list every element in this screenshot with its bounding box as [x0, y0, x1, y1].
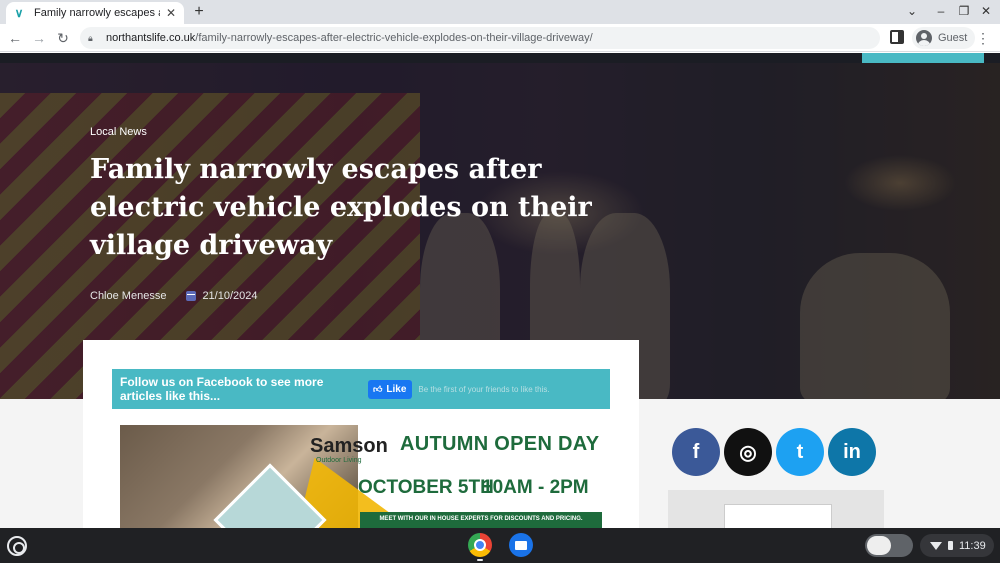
- browser-toolbar: ← → ↻ 🔒︎ northantslife.co.uk/family-narr…: [0, 24, 1000, 52]
- profile-avatar-icon: [916, 30, 932, 46]
- lock-icon: 🔒︎: [88, 32, 93, 43]
- samson-logo-sub: Outdoor Living: [316, 457, 362, 464]
- nav-accent-button[interactable]: [862, 53, 984, 63]
- calendar-icon: [186, 291, 197, 301]
- profile-button[interactable]: Guest: [912, 27, 976, 49]
- tab-search-icon[interactable]: ⌄: [904, 4, 920, 18]
- advert-time: 10AM - 2PM: [482, 477, 589, 498]
- running-indicator: [477, 559, 483, 561]
- facebook-like-hint: Be the first of your friends to like thi…: [418, 384, 550, 394]
- advert-date: OCTOBER 5TH: [358, 477, 494, 498]
- files-icon[interactable]: [509, 533, 533, 557]
- address-bar[interactable]: 🔒︎ northantslife.co.uk/family-narrowly-e…: [80, 27, 880, 49]
- url-text: northantslife.co.uk/family-narrowly-esca…: [106, 32, 593, 44]
- article-category-link[interactable]: Local News: [90, 126, 147, 138]
- restore-icon[interactable]: ❐: [956, 4, 972, 18]
- article-title: Family narrowly escapes after electric v…: [90, 154, 592, 261]
- kebab-menu-icon[interactable]: ⋮: [976, 29, 990, 47]
- facebook-icon[interactable]: f: [672, 428, 720, 476]
- sidebar-advert[interactable]: [668, 490, 884, 528]
- reload-icon[interactable]: ↻: [54, 29, 72, 47]
- publish-date: 21/10/2024: [202, 290, 258, 302]
- facebook-follow-banner: Follow us on Facebook to see more articl…: [112, 369, 610, 409]
- linkedin-icon[interactable]: in: [828, 428, 876, 476]
- advert-strip: MEET WITH OUR IN HOUSE EXPERTS FOR DISCO…: [360, 512, 602, 528]
- profile-label: Guest: [938, 32, 968, 44]
- northants-life-favicon-icon: ∨: [14, 6, 24, 20]
- battery-icon: [948, 541, 953, 550]
- new-tab-button[interactable]: +: [190, 3, 208, 21]
- side-panel-icon[interactable]: [890, 30, 904, 44]
- facebook-follow-text: Follow us on Facebook to see more articl…: [120, 375, 324, 403]
- sidebar-advert-image: [724, 504, 832, 528]
- tab-strip: ∨ Family narrowly escapes after electric…: [0, 0, 1000, 24]
- close-window-icon[interactable]: ✕: [978, 4, 994, 18]
- site-top-nav: [0, 53, 1000, 63]
- web-page: Local News Family narrowly escapes after…: [0, 53, 1000, 528]
- os-shelf: 11:39: [0, 528, 1000, 563]
- close-tab-icon[interactable]: ✕: [164, 6, 178, 20]
- author-link[interactable]: Chloe Menesse: [90, 290, 166, 302]
- clock: 11:39: [959, 539, 986, 552]
- holding-space-icon[interactable]: [865, 534, 913, 557]
- social-links: f ◎ t in: [672, 428, 876, 476]
- samson-advert[interactable]: Samson Outdoor Living AUTUMN OPEN DAY OC…: [120, 425, 602, 528]
- minimize-icon[interactable]: –: [933, 4, 949, 18]
- twitter-icon[interactable]: t: [776, 428, 824, 476]
- chrome-icon[interactable]: [468, 533, 492, 557]
- advert-strip-text: MEET WITH OUR IN HOUSE EXPERTS FOR DISCO…: [379, 516, 583, 522]
- instagram-icon[interactable]: ◎: [724, 428, 772, 476]
- article-meta: Chloe Menesse 21/10/2024: [90, 290, 258, 302]
- status-tray[interactable]: 11:39: [920, 534, 994, 557]
- thumbs-up-icon: 👍︎: [373, 383, 383, 394]
- tab-title: Family narrowly escapes after electric v…: [34, 7, 160, 19]
- launcher-icon[interactable]: [7, 536, 27, 556]
- facebook-like-button[interactable]: 👍︎ Like: [368, 379, 413, 399]
- back-arrow-icon[interactable]: ←: [6, 29, 24, 47]
- advert-headline: AUTUMN OPEN DAY: [400, 433, 600, 455]
- browser-tab[interactable]: ∨ Family narrowly escapes after electric…: [6, 2, 184, 24]
- forward-arrow-icon[interactable]: →: [30, 29, 48, 47]
- article-card: Follow us on Facebook to see more articl…: [83, 340, 639, 528]
- like-label: Like: [386, 383, 407, 395]
- samson-logo: Samson: [310, 435, 388, 457]
- wifi-icon: [930, 541, 942, 550]
